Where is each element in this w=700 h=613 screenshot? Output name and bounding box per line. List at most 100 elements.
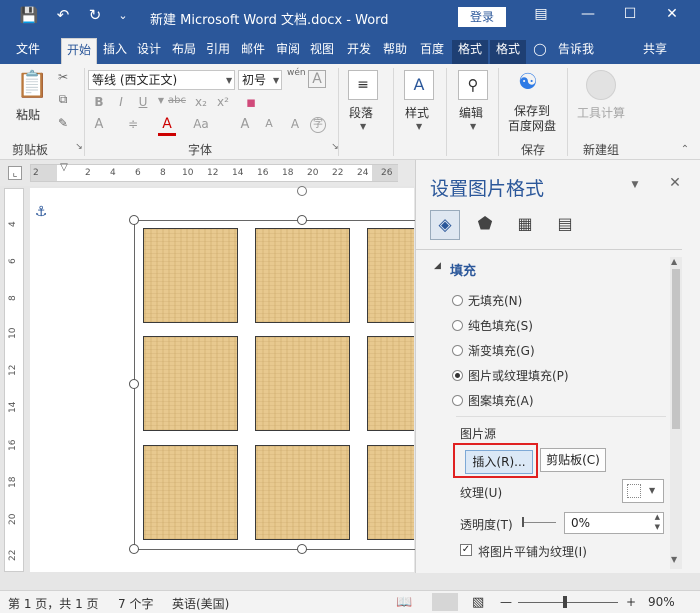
scroll-down-icon[interactable]: ▼ <box>671 555 677 564</box>
tile-checkbox[interactable]: ✓ <box>460 544 472 556</box>
customize-qat-icon[interactable]: ⌄ <box>112 9 134 22</box>
styles-button[interactable]: 样式 <box>405 104 429 121</box>
tab-developer[interactable]: 开发 <box>342 40 376 64</box>
zoom-level[interactable]: 90% <box>648 595 675 609</box>
baidu-netdisk-icon[interactable]: ☯ <box>518 70 538 95</box>
paragraph-button[interactable]: 段落 <box>349 104 373 121</box>
minimize-icon[interactable]: — <box>575 6 601 22</box>
resize-handle[interactable] <box>129 215 139 225</box>
page-count[interactable]: 第 1 页，共 1 页 <box>8 595 99 612</box>
scroll-up-icon[interactable]: ▲ <box>671 257 677 266</box>
chevron-down-icon[interactable]: ▼ <box>273 76 279 85</box>
clipboard-button[interactable]: 剪贴板(C) <box>540 448 606 472</box>
highlight-icon[interactable]: ≑ <box>124 117 142 131</box>
horizontal-ruler[interactable]: 2 2 4 6 8 10 12 14 16 18 20 22 24 26 ▽ <box>30 162 398 182</box>
radio-picture-fill[interactable]: 图片或纹理填充(P) <box>452 367 569 384</box>
slider-thumb[interactable] <box>522 517 524 527</box>
vertical-ruler[interactable]: 4 6 8 10 12 14 16 18 20 22 <box>4 188 24 572</box>
tab-baidu[interactable]: 百度 <box>414 40 450 64</box>
format-painter-icon[interactable]: ✎ <box>54 116 72 130</box>
pane-scrollbar[interactable]: ▲ ▼ <box>670 257 682 569</box>
texture-dropdown[interactable]: ▼ <box>622 479 664 503</box>
zoom-slider[interactable] <box>518 602 618 603</box>
shrink-font-icon[interactable]: A <box>260 117 278 130</box>
word-count[interactable]: 7 个字 <box>118 595 153 612</box>
editing-button[interactable]: 编辑 <box>459 104 483 121</box>
transparency-slider[interactable] <box>522 522 556 523</box>
tab-format-1[interactable]: 格式 <box>452 40 488 64</box>
print-layout-icon[interactable] <box>432 593 458 611</box>
read-mode-icon[interactable]: 📖 <box>396 595 412 610</box>
chevron-down-icon[interactable]: ▼ <box>416 122 422 131</box>
bold-icon[interactable]: B <box>90 95 108 109</box>
web-layout-icon[interactable]: ▧ <box>472 595 484 610</box>
chevron-down-icon[interactable]: ▼ <box>226 76 232 85</box>
save-icon[interactable]: 💾 <box>18 6 40 24</box>
zoom-in-icon[interactable]: + <box>626 595 636 609</box>
radio-solid-fill[interactable]: 纯色填充(S) <box>452 317 533 334</box>
tab-design[interactable]: 设计 <box>134 40 164 64</box>
font-name-field[interactable]: 等线 (西文正文) <box>88 70 235 90</box>
tab-format-2[interactable]: 格式 <box>490 40 526 64</box>
clipboard-launcher-icon[interactable]: ↘ <box>70 142 88 152</box>
chevron-down-icon[interactable]: ▼ <box>360 122 366 131</box>
char-border-icon[interactable]: A <box>308 70 326 88</box>
styles-icon[interactable]: A <box>404 70 434 100</box>
save-to-baidu-button[interactable]: 保存到 百度网盘 <box>508 104 556 134</box>
document-page[interactable]: ⚓ <box>30 186 424 572</box>
ribbon-display-icon[interactable]: ▤ <box>528 6 554 22</box>
radio-no-fill[interactable]: 无填充(N) <box>452 292 522 309</box>
tab-references[interactable]: 引用 <box>203 40 233 64</box>
chevron-down-icon[interactable]: ▼ <box>626 180 644 190</box>
resize-handle[interactable] <box>297 544 307 554</box>
paragraph-icon[interactable]: ≡ <box>348 70 378 100</box>
tab-home[interactable]: 开始 <box>61 38 97 64</box>
transparency-input[interactable]: 0% ▲ ▼ <box>564 512 664 534</box>
redo-icon[interactable]: ↻ <box>84 6 106 24</box>
spin-down-icon[interactable]: ▼ <box>655 523 660 531</box>
text-effects-icon[interactable]: A <box>90 117 108 132</box>
tab-layout[interactable]: 布局 <box>169 40 199 64</box>
resize-handle[interactable] <box>297 215 307 225</box>
copy-icon[interactable]: ⧉ <box>54 92 72 107</box>
indent-marker-icon[interactable]: ▽ <box>55 162 73 173</box>
collapse-icon[interactable]: ◢ <box>434 261 441 271</box>
tab-help[interactable]: 帮助 <box>380 40 410 64</box>
chevron-down-icon[interactable]: ▼ <box>470 122 476 131</box>
superscript-icon[interactable]: x² <box>214 95 232 109</box>
tab-mailings[interactable]: 邮件 <box>238 40 268 64</box>
resize-handle[interactable] <box>129 544 139 554</box>
tab-stop-icon[interactable]: ⌞ <box>8 166 22 180</box>
fill-section-header[interactable]: 填充 <box>450 260 476 279</box>
close-pane-icon[interactable]: ✕ <box>666 175 684 191</box>
subscript-icon[interactable]: x₂ <box>192 95 210 109</box>
scroll-thumb[interactable] <box>672 269 680 429</box>
login-button[interactable]: 登录 <box>458 7 506 27</box>
language-indicator[interactable]: 英语(美国) <box>172 595 229 612</box>
tab-view[interactable]: 视图 <box>307 40 337 64</box>
char-shading-icon[interactable]: A <box>286 117 304 131</box>
picture-icon[interactable]: ▤ <box>556 214 574 233</box>
tab-insert[interactable]: 插入 <box>100 40 130 64</box>
lightbulb-icon[interactable]: ◯ <box>532 40 548 64</box>
share-button[interactable]: 共享 <box>630 40 680 64</box>
font-launcher-icon[interactable]: ↘ <box>326 142 344 152</box>
phonetic-guide-icon[interactable]: wén <box>287 68 306 78</box>
underline-icon[interactable]: U <box>134 95 152 109</box>
zoom-out-icon[interactable]: — <box>500 595 512 609</box>
cut-icon[interactable]: ✂ <box>54 70 72 84</box>
grow-font-icon[interactable]: A <box>236 117 254 132</box>
paste-icon[interactable]: 📋 <box>16 70 48 100</box>
anchor-icon[interactable]: ⚓ <box>32 204 50 220</box>
maximize-icon[interactable]: ☐ <box>617 6 643 22</box>
italic-icon[interactable]: I <box>112 95 130 109</box>
tab-file[interactable]: 文件 <box>6 40 50 64</box>
strikethrough-icon[interactable]: abc <box>168 95 186 106</box>
undo-icon[interactable]: ↶ <box>52 6 74 24</box>
tab-review[interactable]: 审阅 <box>273 40 303 64</box>
clear-format-icon[interactable]: ▪ <box>242 93 260 111</box>
change-case-icon[interactable]: Aa <box>192 117 210 131</box>
effects-icon[interactable]: ⬟ <box>476 214 494 234</box>
paste-button[interactable]: 粘贴 <box>16 106 40 123</box>
collapse-ribbon-icon[interactable]: ⌃ <box>676 144 694 155</box>
